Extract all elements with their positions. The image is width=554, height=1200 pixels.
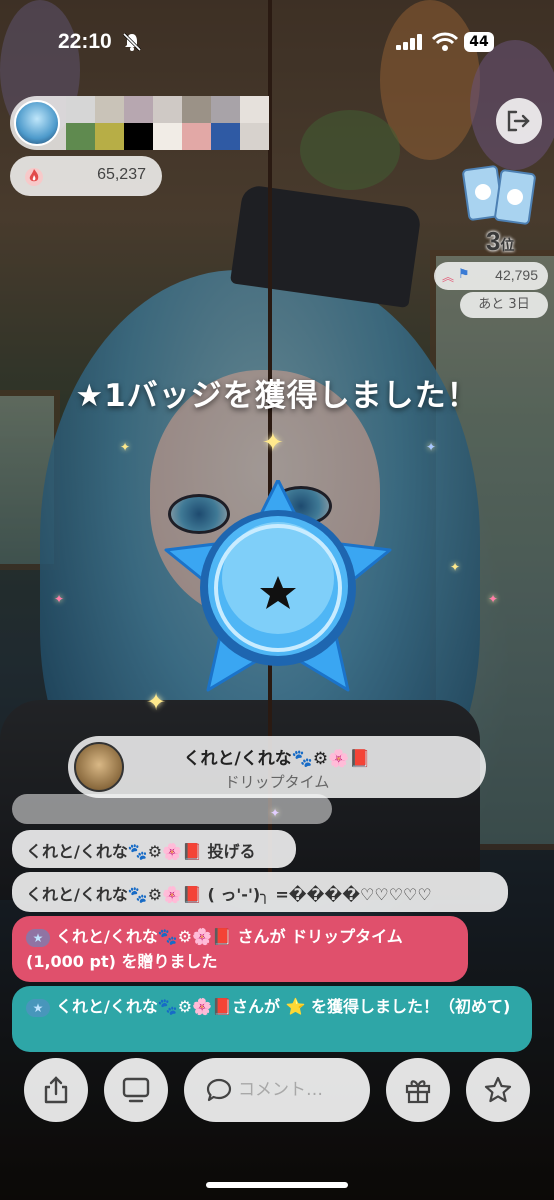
star-icon (484, 1076, 512, 1103)
pixel-block (240, 96, 269, 123)
remaining-days: あと 3日 (460, 292, 548, 318)
comment-item: くれと/くれな🐾⚙🌸📕 投げる (12, 830, 296, 868)
pixel-block (124, 123, 153, 150)
share-button[interactable] (24, 1058, 88, 1122)
gift-item-name: ドリップタイム (224, 773, 330, 791)
exit-icon (507, 110, 530, 132)
comment-input-box[interactable] (184, 1058, 370, 1122)
comment-input[interactable] (238, 1076, 358, 1104)
rank-suffix: 位 (500, 237, 515, 253)
pixel-block (240, 123, 269, 150)
sparkle-icon: ✦ (120, 440, 131, 454)
points-counter[interactable]: 65,237 (10, 156, 162, 196)
sparkle-icon: ✦ (488, 592, 499, 606)
pixel-block (95, 96, 124, 123)
pixel-block (95, 123, 124, 150)
streamer-avatar[interactable] (14, 100, 60, 146)
exit-button[interactable] (496, 98, 542, 144)
badge-star-icon (164, 480, 392, 692)
favorite-button[interactable] (466, 1058, 530, 1122)
status-bar: 22:10 44 (0, 30, 554, 56)
gift-icon (405, 1080, 431, 1104)
pixel-block (211, 96, 240, 123)
pixel-block (66, 96, 95, 123)
sparkle-icon: ✦ (426, 440, 437, 454)
screen-icon (122, 1077, 150, 1103)
badge-earned-title: ★1バッジを獲得しました！ (75, 378, 479, 414)
rank-number: 3 (486, 226, 501, 256)
pixel-block (182, 123, 211, 150)
share-icon (44, 1076, 68, 1104)
comment-text: くれと/くれな🐾⚙🌸📕 ( っ'-')╮ =����♡♡♡♡♡ (26, 885, 432, 904)
comment-text: くれと/くれな🐾⚙🌸📕 投げる (26, 842, 256, 861)
signal-icon (396, 34, 422, 50)
sparkle-icon: ✦ (450, 560, 461, 574)
bell-slash-icon (122, 32, 142, 52)
points-value: 65,237 (97, 166, 146, 183)
sparkle-icon: ✦ (262, 428, 284, 458)
rank-position: 3位 (486, 226, 514, 257)
gift-button[interactable] (386, 1058, 450, 1122)
streamer-name-pixelated (66, 96, 269, 150)
comment-item: くれと/くれな🐾⚙🌸📕 ( っ'-')╮ =����♡♡♡♡♡ (12, 872, 508, 912)
gift-notification: くれと/くれな🐾⚙🌸📕 ドリップタイム (68, 736, 486, 798)
live-stream-screen: 22:10 44 65,237 3位 ︽ ⚑ 42,795 あと 3日 ★1バッ… (0, 0, 554, 1200)
badge-comment: ★ くれと/くれな🐾⚙🌸📕さんが ⭐ を獲得しました！（初めて) (12, 986, 532, 1052)
status-time: 22:10 (58, 30, 112, 53)
battery-icon: 44 (464, 32, 494, 52)
comment-text: くれと/くれな🐾⚙🌸📕さんが ⭐ を獲得しました！（初めて) (56, 997, 511, 1016)
rank-score: ︽ ⚑ 42,795 (434, 262, 548, 290)
comment-text: くれと/くれな🐾⚙🌸📕 さんが ドリップタイム (1,000 pt) を贈りまし… (26, 927, 403, 971)
badge-star-chip: ★ (26, 928, 50, 947)
flag-icon: ⚑ (458, 267, 470, 282)
cards-icon[interactable] (462, 164, 538, 226)
pixel-block (211, 123, 240, 150)
pixel-block (66, 123, 95, 150)
wifi-icon (432, 32, 458, 51)
home-indicator (206, 1182, 348, 1188)
rank-score-value: 42,795 (495, 267, 538, 283)
gifter-name: くれと/くれな🐾⚙🌸📕 (183, 749, 371, 769)
sparkle-icon: ✦ (146, 688, 167, 716)
pixel-block (153, 96, 182, 123)
pixel-block (124, 96, 153, 123)
flame-icon (25, 168, 43, 186)
sparkle-icon: ✦ (54, 592, 65, 606)
pixel-block (153, 123, 182, 150)
badge-star-chip: ★ (26, 998, 50, 1017)
gift-comment: ★ くれと/くれな🐾⚙🌸📕 さんが ドリップタイム (1,000 pt) を贈りま… (12, 916, 468, 982)
screen-mode-button[interactable] (104, 1058, 168, 1122)
pixel-block (182, 96, 211, 123)
chat-icon (206, 1078, 232, 1102)
streamer-info[interactable] (10, 96, 269, 150)
comment-item (12, 794, 332, 824)
rank-up-icon: ︽ (442, 270, 455, 284)
